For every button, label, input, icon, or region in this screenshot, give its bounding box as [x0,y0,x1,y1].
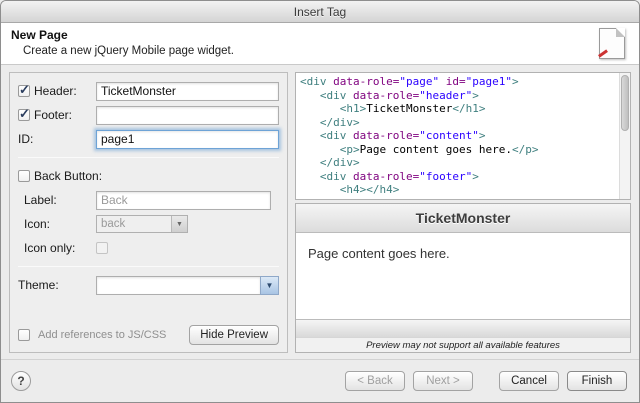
chevron-down-icon[interactable]: ▼ [171,216,187,232]
chevron-down-icon[interactable]: ▼ [260,276,279,295]
cancel-button[interactable]: Cancel [499,371,559,391]
footer-checkbox[interactable] [18,109,30,121]
finish-button[interactable]: Finish [567,371,627,391]
scrollbar-thumb[interactable] [621,75,629,131]
preview-page-content: Page content goes here. [296,233,630,319]
theme-input[interactable] [96,276,260,295]
preview-column: <div data-role="page" id="page1"> <div d… [295,72,631,353]
theme-combo: ▼ [96,276,279,295]
icon-only-row: Icon only: [18,238,279,258]
wizard-buttons: < Back Next > Cancel Finish [345,371,627,391]
id-label: ID: [18,132,96,146]
main-area: Header: Footer: ID: Back Button: Label: [1,65,639,359]
insert-tag-dialog: Insert Tag New Page Create a new jQuery … [0,0,640,403]
separator [18,266,279,267]
preview-note: Preview may not support all available fe… [296,337,630,352]
preview-page-header: TicketMonster [296,204,630,233]
icon-row: Icon: back ▼ [18,214,279,234]
next-button[interactable]: Next > [413,371,473,391]
back-button-label: Back Button: [34,169,279,183]
add-references-checkbox[interactable] [18,329,30,341]
separator [18,157,279,158]
titlebar[interactable]: Insert Tag [1,1,639,23]
new-page-icon [599,28,625,59]
add-references-label: Add references to JS/CSS [38,329,166,341]
icon-label: Icon: [24,217,96,231]
id-row: ID: [18,129,279,149]
icon-only-checkbox[interactable] [96,242,108,254]
wizard-title: New Page [11,28,629,42]
icon-only-label: Icon only: [24,241,96,255]
wizard-subtitle: Create a new jQuery Mobile page widget. [23,45,629,57]
header-input[interactable] [96,82,279,101]
options-panel: Header: Footer: ID: Back Button: Label: [9,72,288,353]
back-label-input[interactable] [96,191,271,210]
header-row: Header: [18,81,279,101]
id-input[interactable] [96,130,279,149]
theme-label: Theme: [18,278,96,292]
hide-preview-button[interactable]: Hide Preview [189,325,279,345]
back-button-row: Back Button: [18,166,279,186]
header-label: Header: [34,84,96,98]
dialog-button-bar: ? < Back Next > Cancel Finish [1,359,639,402]
theme-row: Theme: ▼ [18,275,279,295]
code-scrollbar[interactable] [619,73,630,199]
preview-page-footer [296,319,630,337]
icon-dropdown[interactable]: back ▼ [96,215,188,233]
footer-input[interactable] [96,106,279,125]
code-lines: <div data-role="page" id="page1"> <div d… [300,75,616,200]
back-label-row: Label: [18,190,279,210]
footer-row: Footer: [18,105,279,125]
widget-preview: TicketMonster Page content goes here. Pr… [295,203,631,353]
footer-label: Footer: [34,108,96,122]
help-button[interactable]: ? [11,371,31,391]
back-button-checkbox[interactable] [18,170,30,182]
icon-dropdown-value: back [97,218,171,230]
back-label-label: Label: [24,193,96,207]
back-button[interactable]: < Back [345,371,405,391]
panel-bottom-row: Add references to JS/CSS Hide Preview [18,325,279,345]
window-title: Insert Tag [294,5,346,19]
wizard-header: New Page Create a new jQuery Mobile page… [1,23,639,65]
code-editor[interactable]: <div data-role="page" id="page1"> <div d… [295,72,631,200]
header-checkbox[interactable] [18,85,30,97]
